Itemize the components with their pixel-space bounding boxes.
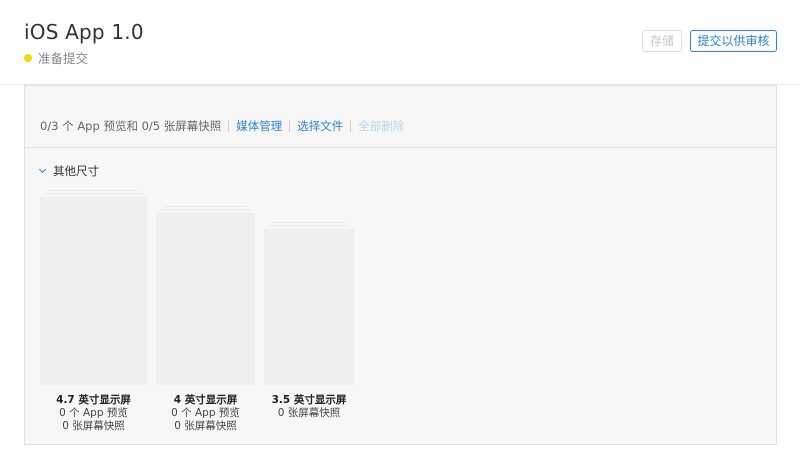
device-card-4-7-inch[interactable]: 4.7 英寸显示屏 0 个 App 预览 0 张屏幕快照 (40, 190, 147, 433)
other-sizes-toggle[interactable]: 其他尺寸 (38, 163, 99, 179)
device-screenshots-count: 0 张屏幕快照 (62, 420, 125, 432)
chevron-down-icon (38, 165, 47, 174)
device-screenshots-count: 0 张屏幕快照 (277, 407, 341, 419)
media-count-text: 0/3 个 App 预览和 0/5 张屏幕快照 (40, 119, 222, 133)
device-drop-area[interactable] (40, 197, 147, 385)
page-title: iOS App 1.0 (24, 20, 144, 44)
status-badge: 准备提交 (24, 48, 88, 67)
stack-line (45, 193, 142, 194)
submit-for-review-button[interactable]: 提交以供审核 (690, 30, 777, 52)
stack-line (269, 225, 349, 226)
status-dot-icon (24, 53, 32, 62)
device-card-3-5-inch[interactable]: 3.5 英寸显示屏 0 张屏幕快照 (264, 222, 354, 430)
save-button[interactable]: 存储 (642, 30, 682, 52)
device-screenshots-count: 0 张屏幕快照 (174, 420, 237, 432)
device-drop-area[interactable] (264, 229, 354, 385)
media-toolbar-row: 0/3 个 App 预览和 0/5 张屏幕快照 媒体管理 选择文件 全部删除 (40, 118, 404, 134)
device-name: 4 英寸显示屏 (173, 394, 238, 406)
media-toolbar: 0/3 个 App 预览和 0/5 张屏幕快照 媒体管理 选择文件 全部删除 (25, 86, 776, 148)
media-panel: 0/3 个 App 预览和 0/5 张屏幕快照 媒体管理 选择文件 全部删除 其… (24, 85, 777, 445)
media-manage-link[interactable]: 媒体管理 (236, 118, 282, 134)
app-version-page: iOS App 1.0 准备提交 存储 提交以供审核 0/3 个 App 预览和… (0, 0, 800, 455)
device-label: 4 英寸显示屏 0 个 App 预览 0 张屏幕快照 (156, 394, 255, 433)
device-card-4-inch[interactable]: 4 英寸显示屏 0 个 App 预览 0 张屏幕快照 (156, 206, 255, 433)
device-label: 3.5 英寸显示屏 0 张屏幕快照 (264, 394, 354, 420)
device-drop-area[interactable] (156, 213, 255, 385)
choose-file-link[interactable]: 选择文件 (297, 118, 343, 134)
section-title: 其他尺寸 (53, 164, 99, 178)
device-name: 4.7 英寸显示屏 (56, 394, 131, 406)
delete-all-link[interactable]: 全部删除 (358, 118, 404, 134)
stack-line (161, 209, 250, 210)
toolbar-separator (228, 120, 230, 132)
device-label: 4.7 英寸显示屏 0 个 App 预览 0 张屏幕快照 (40, 394, 147, 433)
stack-line (49, 190, 138, 191)
stack-line (273, 222, 345, 223)
toolbar-separator (350, 120, 352, 132)
device-name: 3.5 英寸显示屏 (271, 394, 347, 406)
stack-line (165, 206, 246, 207)
status-text: 准备提交 (38, 51, 89, 66)
toolbar-separator (289, 120, 291, 132)
device-previews-count: 0 个 App 预览 (59, 407, 128, 419)
device-previews-count: 0 个 App 预览 (171, 407, 240, 419)
